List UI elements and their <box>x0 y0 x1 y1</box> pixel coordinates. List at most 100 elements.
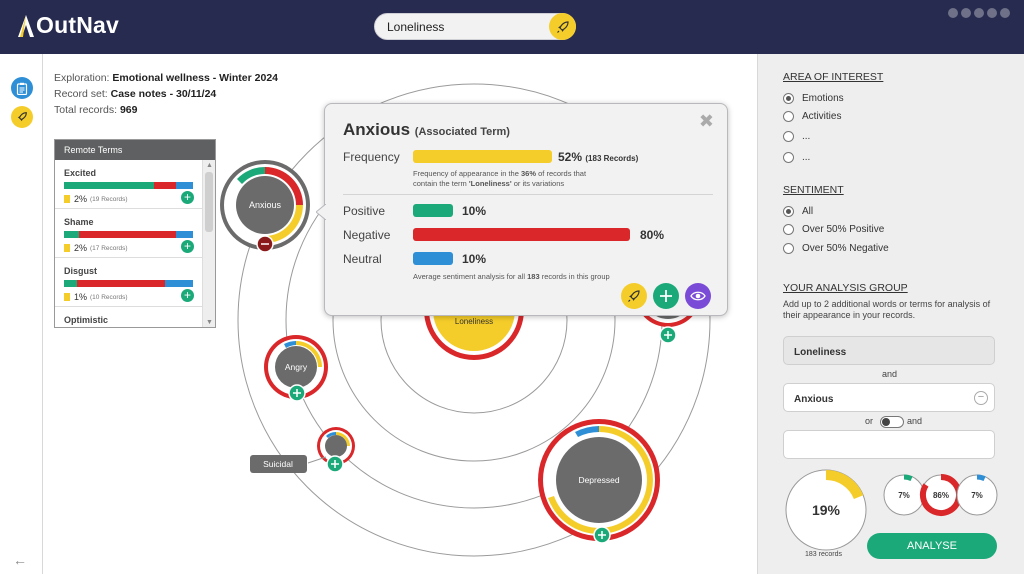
note-text: contain the term <box>413 179 467 188</box>
remote-term-item[interactable]: Optimistic <box>55 307 203 327</box>
term-stat: 1% (10 Records) <box>64 292 194 302</box>
search-input[interactable] <box>387 14 547 39</box>
group-heading: YOUR ANALYSIS GROUP <box>783 282 908 294</box>
remote-terms-scrollbar[interactable]: ▲ ▼ <box>202 160 215 327</box>
rocket-icon <box>628 290 640 302</box>
window-dot[interactable] <box>974 8 984 18</box>
term-records: (19 Records) <box>90 195 128 203</box>
app-name: OutNav <box>36 12 119 38</box>
frequency-label: Frequency <box>343 150 400 164</box>
option-label: Over 50% Negative <box>802 243 889 254</box>
window-dot[interactable] <box>948 8 958 18</box>
rocket-icon <box>556 20 569 33</box>
remote-term-item[interactable]: Shame 2% (17 Records) + <box>55 209 203 258</box>
node-anxious[interactable]: Anxious <box>220 160 310 253</box>
area-heading-text: AREA OF INTEREST <box>783 71 884 83</box>
sentiment-option-positive[interactable]: Over 50% Positive <box>783 224 884 235</box>
radio-selected[interactable] <box>783 93 794 104</box>
area-option-emotions[interactable]: Emotions <box>783 93 844 104</box>
remote-terms-title: Remote Terms <box>55 140 215 160</box>
radio[interactable] <box>783 111 794 122</box>
node-suicidal[interactable] <box>307 427 355 473</box>
neutral-ring-value: 7% <box>971 491 983 500</box>
area-option-activities[interactable]: Activities <box>783 111 841 122</box>
window-dot[interactable] <box>987 8 997 18</box>
remote-term-item[interactable]: Excited 2% (19 Records) + <box>55 160 203 209</box>
window-dot[interactable] <box>961 8 971 18</box>
popup-pointer <box>316 204 326 220</box>
or-and-toggle[interactable] <box>880 416 904 428</box>
note-text: records in this group <box>541 272 610 281</box>
sentiment-heading-text: SENTIMENT <box>783 184 844 196</box>
radio[interactable] <box>783 224 794 235</box>
plus-icon <box>660 290 672 302</box>
option-label: Emotions <box>802 93 844 104</box>
popup-divider <box>343 194 713 195</box>
node-angry[interactable]: Angry <box>264 335 328 402</box>
remote-term-item[interactable]: Disgust 1% (10 Records) + <box>55 258 203 307</box>
add-button[interactable] <box>653 283 679 309</box>
radio[interactable] <box>783 131 794 142</box>
search-launch-button[interactable] <box>549 13 576 40</box>
note-text: or its variations <box>513 179 565 188</box>
node-label: Angry <box>285 362 308 372</box>
radio[interactable] <box>783 152 794 163</box>
remove-term-icon[interactable]: − <box>974 391 988 405</box>
suicidal-label-chip[interactable]: Suicidal <box>250 455 307 473</box>
close-icon[interactable]: ✖ <box>699 111 714 132</box>
area-option-4[interactable]: ... <box>783 152 810 163</box>
term-pct: 1% <box>74 292 88 302</box>
area-option-3[interactable]: ... <box>783 131 810 142</box>
frequency-pct: 52% <box>558 150 583 164</box>
term-name: Disgust <box>64 266 98 276</box>
add-term-button[interactable]: + <box>181 240 194 253</box>
sentiment-heading: SENTIMENT <box>783 184 844 196</box>
neutral-value: 10% <box>462 252 487 266</box>
launch-button[interactable] <box>621 283 647 309</box>
note-text: of records that <box>538 169 587 178</box>
group-description: Add up to 2 additional words or terms fo… <box>783 299 991 320</box>
eye-icon <box>690 291 706 301</box>
node-depressed[interactable]: Depressed <box>538 419 660 544</box>
popup-term: Anxious <box>343 120 411 139</box>
scroll-down-icon[interactable]: ▼ <box>206 319 213 326</box>
term-field-1[interactable]: Loneliness <box>783 336 995 365</box>
add-term-button[interactable]: + <box>181 289 194 302</box>
frequency-ring: 19% <box>785 469 867 551</box>
sentiment-note: Average sentiment analysis for all 183 r… <box>413 272 610 282</box>
remote-terms-panel: Remote Terms Excited 2% (19 Records) + Sh… <box>54 139 216 328</box>
view-button[interactable] <box>685 283 711 309</box>
frequency-ring-value: 19% <box>812 502 841 518</box>
term-pct: 2% <box>74 243 88 253</box>
app-logo[interactable]: OutNav <box>16 12 119 39</box>
scroll-up-icon[interactable]: ▲ <box>206 162 213 169</box>
radio-selected[interactable] <box>783 206 794 217</box>
sentiment-option-all[interactable]: All <box>783 206 813 217</box>
option-label: ... <box>802 152 811 163</box>
radio[interactable] <box>783 243 794 254</box>
node-label: Depressed <box>578 475 619 485</box>
search-box <box>374 13 576 40</box>
term-field-3[interactable] <box>783 430 995 459</box>
right-sidebar: AREA OF INTEREST Emotions Activities ...… <box>757 54 1024 574</box>
frequency-value: 52% (183 Records) <box>558 150 638 164</box>
analyse-button[interactable]: ANALYSE <box>867 533 997 559</box>
add-term-button[interactable]: + <box>181 191 194 204</box>
scroll-thumb[interactable] <box>205 172 213 232</box>
frequency-bar <box>413 150 552 163</box>
remote-terms-list: Excited 2% (19 Records) + Shame 2% (17 Rec… <box>55 160 203 327</box>
term-field-2[interactable]: Anxious − <box>783 383 995 412</box>
window-controls <box>948 8 1010 18</box>
node-label: Suicidal <box>263 459 293 469</box>
positive-label: Positive <box>343 204 386 218</box>
window-dot[interactable] <box>1000 8 1010 18</box>
negative-value: 80% <box>640 228 665 242</box>
negative-label: Negative <box>343 228 391 242</box>
term-stat: 2% (17 Records) <box>64 243 194 253</box>
term-records: (17 Records) <box>90 244 128 252</box>
sentiment-option-negative[interactable]: Over 50% Negative <box>783 243 889 254</box>
term-name: Optimistic <box>64 315 109 325</box>
negative-bar <box>413 228 630 241</box>
option-label: All <box>802 206 814 217</box>
or-label: or <box>865 416 874 426</box>
